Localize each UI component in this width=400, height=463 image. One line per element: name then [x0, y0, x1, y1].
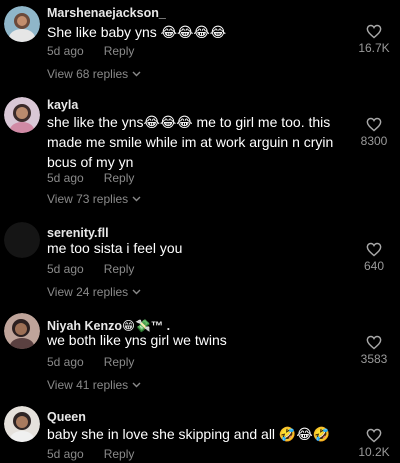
comment-text: we both like yns girl we twins	[47, 332, 227, 348]
comment-username[interactable]: Marshenaejackson_	[47, 6, 166, 20]
reply-button[interactable]: Reply	[104, 171, 135, 185]
avatar[interactable]	[4, 6, 40, 42]
heart-outline-icon	[366, 335, 382, 350]
comment-time: 5d ago	[47, 44, 84, 58]
reply-button[interactable]: Reply	[104, 355, 135, 369]
comment-text: baby she in love she skipping and all 🤣😂…	[47, 426, 331, 442]
comment-text: She like baby yns 😂😂😂😂	[47, 24, 227, 40]
like-button[interactable]: 640	[354, 242, 394, 273]
avatar[interactable]	[4, 406, 40, 442]
comment-time: 5d ago	[47, 171, 84, 185]
heart-outline-icon	[366, 242, 382, 257]
heart-outline-icon	[366, 117, 382, 132]
view-replies-label: View 73 replies	[47, 192, 129, 206]
reply-button[interactable]: Reply	[104, 262, 135, 276]
comment-text: she like the yns😂😂😂 me to girl me too. t…	[47, 114, 334, 170]
reply-button[interactable]: Reply	[104, 447, 135, 461]
view-replies-button[interactable]: View 68 replies	[47, 67, 141, 81]
avatar[interactable]	[4, 313, 40, 349]
heart-outline-icon	[366, 24, 382, 39]
avatar[interactable]	[4, 222, 40, 258]
comment-time: 5d ago	[47, 262, 84, 276]
reply-button[interactable]: Reply	[104, 44, 135, 58]
chevron-down-icon	[132, 289, 141, 295]
view-replies-button[interactable]: View 41 replies	[47, 378, 141, 392]
comment-username[interactable]: Queen	[47, 410, 86, 424]
like-button[interactable]: 16.7K	[354, 24, 394, 55]
like-button[interactable]: 10.2K	[354, 428, 394, 459]
chevron-down-icon	[132, 71, 141, 77]
comment-text: me too sista i feel you	[47, 240, 183, 256]
like-count: 640	[363, 259, 385, 273]
view-replies-label: View 68 replies	[47, 67, 129, 81]
comment-meta: 5d ago Reply	[47, 171, 134, 185]
like-count: 8300	[360, 134, 388, 148]
view-replies-label: View 41 replies	[47, 378, 129, 392]
like-count: 16.7K	[358, 41, 390, 55]
heart-outline-icon	[366, 428, 382, 443]
comment-meta: 5d ago Reply	[47, 44, 134, 58]
comment-meta: 5d ago Reply	[47, 262, 134, 276]
avatar[interactable]	[4, 97, 40, 133]
like-count: 3583	[360, 352, 388, 366]
comment-time: 5d ago	[47, 355, 84, 369]
chevron-down-icon	[132, 196, 141, 202]
comment-meta: 5d ago Reply	[47, 447, 134, 461]
comment-time: 5d ago	[47, 447, 84, 461]
view-replies-button[interactable]: View 73 replies	[47, 192, 141, 206]
chevron-down-icon	[132, 382, 141, 388]
like-button[interactable]: 8300	[354, 117, 394, 148]
like-button[interactable]: 3583	[354, 335, 394, 366]
comment-username[interactable]: kayla	[47, 98, 78, 112]
like-count: 10.2K	[358, 445, 390, 459]
comment-meta: 5d ago Reply	[47, 355, 134, 369]
view-replies-button[interactable]: View 24 replies	[47, 285, 141, 299]
view-replies-label: View 24 replies	[47, 285, 129, 299]
